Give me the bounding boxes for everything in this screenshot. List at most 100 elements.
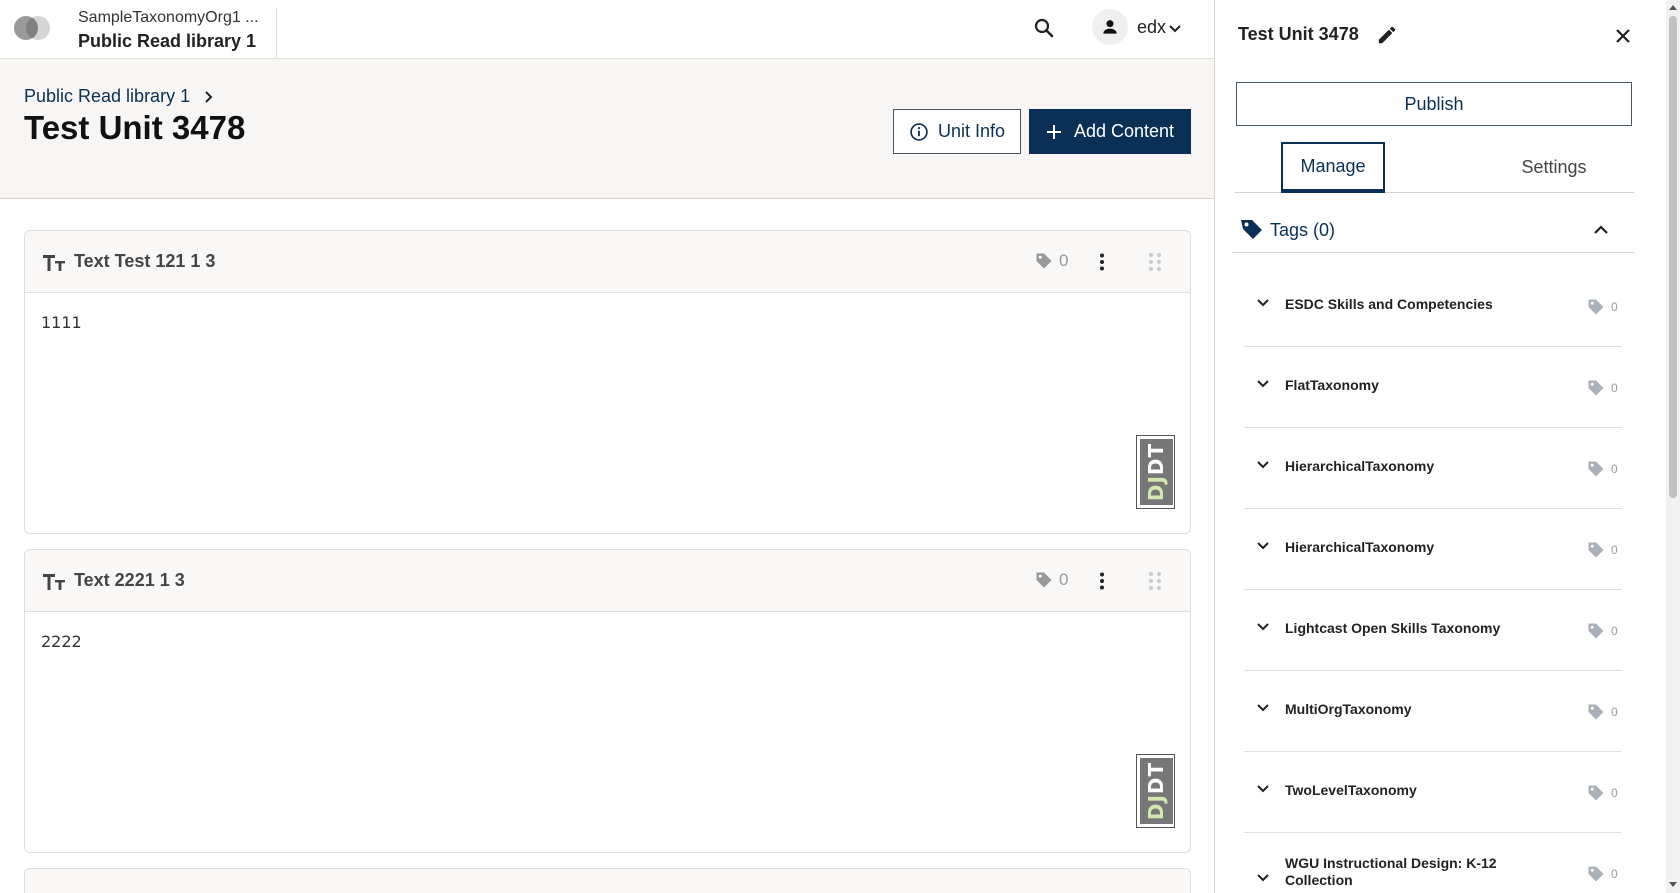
search-icon[interactable] [1032, 16, 1056, 40]
scroll-down-arrow[interactable] [1669, 882, 1677, 887]
taxonomy-tag-count: 0 [1587, 460, 1618, 478]
taxonomy-tag-count: 0 [1587, 865, 1618, 883]
djdt-toolbar-handle[interactable]: DJDT [1136, 435, 1175, 509]
block-tag-count[interactable]: 0 [1035, 570, 1068, 590]
tag-icon [1588, 785, 1604, 801]
scrollbar-thumb[interactable] [1669, 16, 1677, 498]
djdt-toolbar-handle[interactable]: DJDT [1136, 754, 1175, 828]
drag-handle-icon[interactable] [1145, 252, 1165, 272]
taxonomy-tag-count: 0 [1587, 379, 1618, 397]
logo[interactable] [14, 16, 52, 40]
chevron-down-icon[interactable] [1256, 701, 1270, 715]
content-block[interactable] [24, 868, 1191, 893]
djdt-dt: DT [1144, 442, 1169, 476]
tags-section-header[interactable]: Tags (0) [1232, 215, 1634, 253]
djdt-dj: DJ [1144, 475, 1169, 502]
block-header: Text Test 121 1 3 0 [25, 231, 1190, 293]
taxonomy-tag-count-value: 0 [1611, 705, 1618, 719]
publish-button[interactable]: Publish [1236, 82, 1632, 126]
taxonomy-name: FlatTaxonomy [1285, 377, 1379, 393]
taxonomy-tag-count-value: 0 [1611, 381, 1618, 395]
org-name: SampleTaxonomyOrg1 ... [78, 9, 259, 26]
unit-info-button[interactable]: Unit Info [893, 109, 1021, 154]
tag-icon [1588, 623, 1604, 639]
tag-icon [1588, 704, 1604, 720]
tags-header-label: Tags (0) [1270, 220, 1336, 240]
sidebar-tabs: Manage Settings [1234, 142, 1634, 193]
chevron-down-icon[interactable] [1256, 377, 1270, 391]
tag-icon [1241, 220, 1262, 239]
taxonomy-list: ESDC Skills and Competencies 0 FlatTaxon… [1244, 266, 1622, 893]
block-tag-count[interactable]: 0 [1035, 251, 1068, 271]
page-title: Test Unit 3478 [24, 109, 246, 146]
chevron-down-icon[interactable] [1256, 296, 1270, 310]
block-content: 2222 [41, 632, 82, 651]
more-vertical-icon[interactable] [1092, 252, 1112, 272]
chevron-right-icon [205, 90, 213, 103]
djdt-logo: DJDT [1140, 439, 1173, 505]
breadcrumb[interactable]: Public Read library 1 [24, 86, 214, 107]
taxonomy-item[interactable]: Lightcast Open Skills Taxonomy 0 [1244, 590, 1622, 671]
close-icon[interactable] [1612, 25, 1634, 47]
taxonomy-tag-count-value: 0 [1611, 300, 1618, 314]
add-content-label: Add Content [1073, 121, 1175, 141]
sidebar-title: Test Unit 3478 [1238, 24, 1359, 44]
block-header: Text 2221 1 3 0 [25, 550, 1190, 612]
chevron-down-icon[interactable] [1256, 871, 1270, 885]
taxonomy-tag-count: 0 [1587, 703, 1618, 721]
more-vertical-icon[interactable] [1092, 571, 1112, 591]
tag-icon [1588, 299, 1604, 315]
taxonomy-tag-count-value: 0 [1611, 462, 1618, 476]
taxonomy-name: WGU Instructional Design: K-12 Collectio… [1285, 855, 1497, 888]
tag-icon [1588, 380, 1604, 396]
unit-info-label: Unit Info [937, 121, 1006, 141]
taxonomy-item[interactable]: FlatTaxonomy 0 [1244, 347, 1622, 428]
chevron-down-icon[interactable] [1256, 539, 1270, 553]
sidebar-scrollbar[interactable] [1666, 0, 1680, 893]
chevron-down-icon[interactable] [1168, 22, 1182, 36]
library-identity: SampleTaxonomyOrg1 ... Public Read libra… [78, 8, 277, 59]
tab-manage[interactable]: Manage [1281, 142, 1385, 193]
taxonomy-tag-count-value: 0 [1611, 786, 1618, 800]
tag-icon [1588, 542, 1604, 558]
person-icon [1103, 20, 1117, 34]
taxonomy-item[interactable]: MultiOrgTaxonomy 0 [1244, 671, 1622, 752]
edit-pencil-icon[interactable] [1376, 24, 1398, 46]
chevron-down-icon[interactable] [1256, 620, 1270, 634]
content-block[interactable]: Text Test 121 1 3 0 1111 DJDT [24, 230, 1191, 534]
tag-icon [1036, 253, 1052, 269]
scroll-up-arrow[interactable] [1669, 5, 1677, 10]
tab-settings[interactable]: Settings [1484, 142, 1624, 193]
taxonomy-tag-count: 0 [1587, 784, 1618, 802]
taxonomy-tag-count: 0 [1587, 541, 1618, 559]
djdt-dj: DJ [1144, 794, 1169, 821]
logo-circle-right [26, 16, 50, 40]
plus-icon [1046, 124, 1061, 139]
djdt-logo: DJDT [1140, 758, 1173, 824]
taxonomy-item[interactable]: TwoLevelTaxonomy 0 [1244, 752, 1622, 833]
taxonomy-item[interactable]: ESDC Skills and Competencies 0 [1244, 266, 1622, 347]
content-block[interactable]: Text 2221 1 3 0 2222 DJDT [24, 549, 1191, 853]
drag-handle-icon[interactable] [1145, 571, 1165, 591]
user-avatar[interactable] [1092, 9, 1128, 45]
taxonomy-item[interactable]: HierarchicalTaxonomy 0 [1244, 428, 1622, 509]
breadcrumb-library[interactable]: Public Read library 1 [24, 86, 190, 107]
chevron-down-icon[interactable] [1256, 782, 1270, 796]
block-tag-count-value: 0 [1059, 251, 1069, 270]
user-name[interactable]: edx [1137, 17, 1166, 38]
top-bar: SampleTaxonomyOrg1 ... Public Read libra… [0, 0, 1214, 59]
text-type-icon [43, 255, 65, 271]
block-tag-count-value: 0 [1059, 570, 1069, 589]
block-header [25, 869, 1190, 893]
djdt-dt: DT [1144, 761, 1169, 795]
taxonomy-name: MultiOrgTaxonomy [1285, 701, 1412, 717]
taxonomy-item[interactable]: HierarchicalTaxonomy 0 [1244, 509, 1622, 590]
taxonomy-item[interactable]: WGU Instructional Design: K-12 Collectio… [1244, 833, 1622, 893]
add-content-button[interactable]: Add Content [1029, 109, 1191, 154]
chevron-down-icon[interactable] [1256, 458, 1270, 472]
taxonomy-name: HierarchicalTaxonomy [1285, 539, 1435, 555]
taxonomy-tag-count-value: 0 [1611, 543, 1618, 557]
chevron-up-icon[interactable] [1593, 222, 1609, 238]
main-area: SampleTaxonomyOrg1 ... Public Read libra… [0, 0, 1214, 893]
block-title: Text Test 121 1 3 [74, 251, 216, 271]
